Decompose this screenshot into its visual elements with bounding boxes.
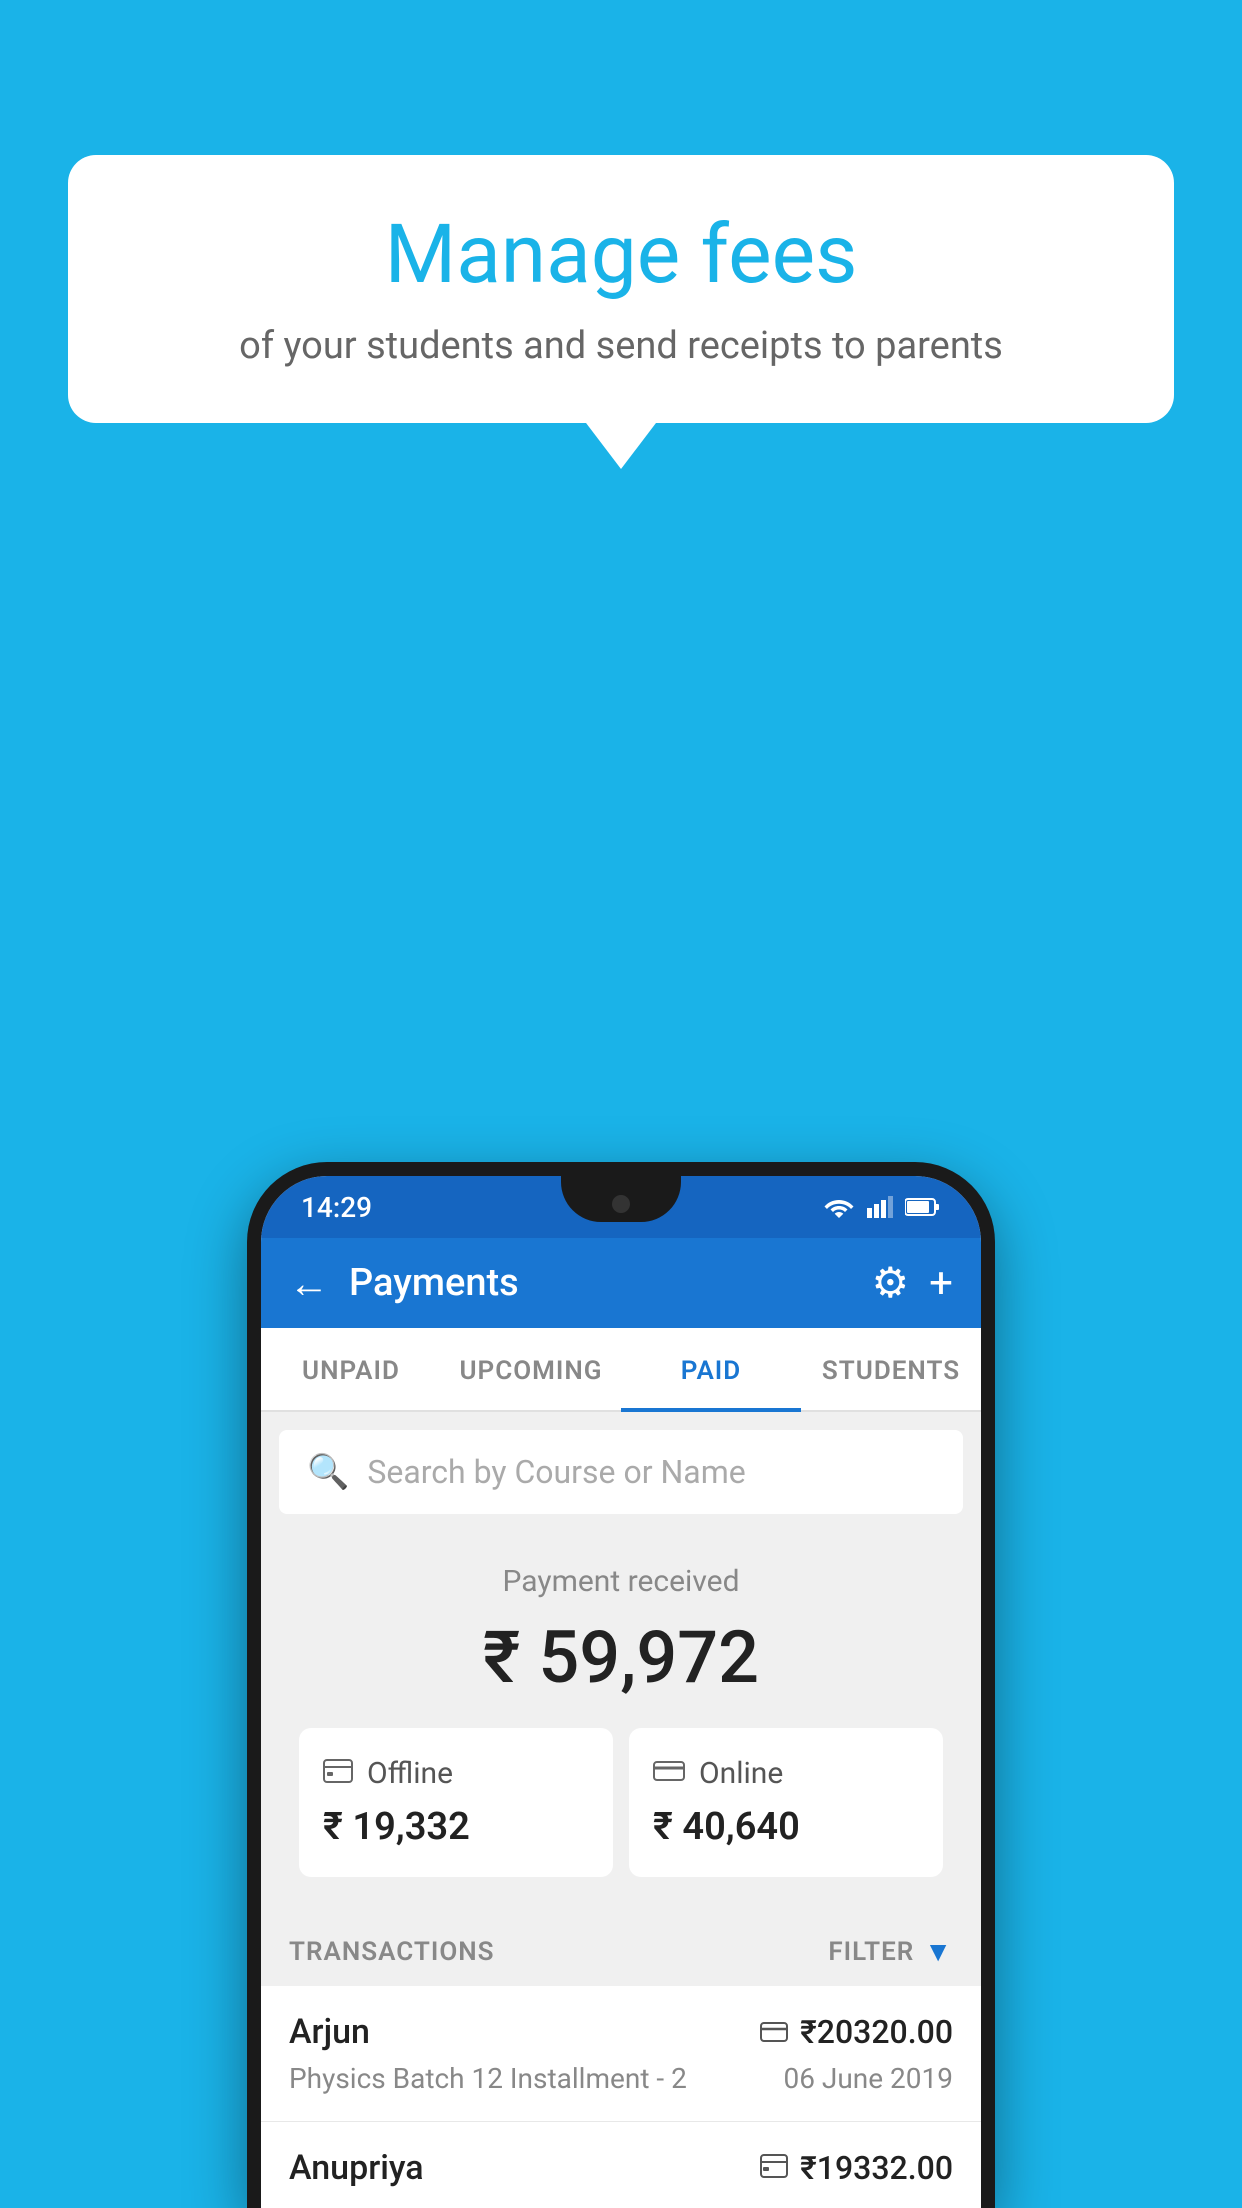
offline-card-header: Offline — [323, 1756, 589, 1791]
tab-paid[interactable]: PAID — [621, 1328, 801, 1410]
payment-summary: Payment received ₹ 59,972 — [261, 1526, 981, 1907]
payment-total-amount: ₹ 59,972 — [281, 1615, 961, 1700]
transaction-amount-row: ₹20320.00 — [760, 2013, 953, 2051]
transaction-date: 06 June 2019 — [783, 2062, 953, 2095]
camera-dot — [612, 1195, 630, 1213]
phone-screen: 14:29 — [261, 1176, 981, 2208]
transaction-partial-row: Anupriya ₹19332.00 — [289, 2148, 953, 2188]
transaction-item-anupriya[interactable]: Anupriya ₹19332.00 — [261, 2122, 981, 2208]
offline-amount: ₹ 19,332 — [323, 1805, 589, 1849]
tab-unpaid[interactable]: UNPAID — [261, 1328, 441, 1410]
offline-payment-icon-2 — [760, 2152, 788, 2185]
content-area: 🔍 Search by Course or Name Payment recei… — [261, 1430, 981, 2208]
search-icon: 🔍 — [307, 1452, 349, 1492]
status-icons — [823, 1196, 941, 1218]
tab-students[interactable]: STUDENTS — [801, 1328, 981, 1410]
tooltip-title: Manage fees — [128, 210, 1114, 300]
payment-received-label: Payment received — [281, 1564, 961, 1599]
online-type-label: Online — [699, 1756, 783, 1791]
settings-button[interactable]: ⚙ — [872, 1258, 910, 1308]
tooltip-subtitle: of your students and send receipts to pa… — [128, 320, 1114, 373]
online-card-header: Online — [653, 1756, 919, 1791]
back-button[interactable]: ← — [289, 1260, 329, 1307]
tooltip-card: Manage fees of your students and send re… — [68, 155, 1174, 423]
phone-frame: 14:29 — [247, 1162, 995, 2208]
online-amount: ₹ 40,640 — [653, 1805, 919, 1849]
transaction-name: Arjun — [289, 2012, 370, 2052]
filter-icon: ▼ — [924, 1935, 953, 1968]
transaction-amount-row-2: ₹19332.00 — [760, 2149, 953, 2187]
battery-icon — [905, 1197, 941, 1217]
transaction-row-1: Arjun ₹20320.00 — [289, 2012, 953, 2052]
transaction-name-anupriya: Anupriya — [289, 2148, 424, 2188]
add-button[interactable]: + — [929, 1259, 953, 1308]
status-bar: 14:29 — [261, 1176, 981, 1238]
transactions-label: TRANSACTIONS — [289, 1937, 495, 1967]
filter-button[interactable]: FILTER ▼ — [828, 1935, 953, 1968]
transaction-course: Physics Batch 12 Installment - 2 — [289, 2062, 687, 2095]
tabs-bar: UNPAID UPCOMING PAID STUDENTS — [261, 1328, 981, 1412]
transactions-header: TRANSACTIONS FILTER ▼ — [261, 1907, 981, 1986]
notch — [561, 1176, 681, 1222]
offline-type-label: Offline — [367, 1756, 453, 1791]
signal-icon — [867, 1196, 893, 1218]
app-bar: ← Payments ⚙ + — [261, 1238, 981, 1328]
app-bar-title: Payments — [349, 1261, 852, 1305]
online-payment-icon — [653, 1757, 685, 1790]
payment-cards: Offline ₹ 19,332 — [299, 1728, 943, 1877]
transaction-row-2: Physics Batch 12 Installment - 2 06 June… — [289, 2062, 953, 2095]
transaction-item-arjun[interactable]: Arjun ₹20320.00 Physics — [261, 1986, 981, 2122]
phone-wrapper: 14:29 — [247, 1162, 995, 2208]
status-time: 14:29 — [301, 1191, 372, 1224]
tab-upcoming[interactable]: UPCOMING — [441, 1328, 621, 1410]
transaction-amount-anupriya: ₹19332.00 — [800, 2149, 953, 2187]
search-bar[interactable]: 🔍 Search by Course or Name — [279, 1430, 963, 1514]
search-placeholder: Search by Course or Name — [367, 1453, 745, 1491]
wifi-icon — [823, 1196, 855, 1218]
transaction-amount: ₹20320.00 — [800, 2013, 953, 2051]
offline-payment-icon — [323, 1757, 353, 1790]
online-payment-icon — [760, 2016, 788, 2049]
online-card: Online ₹ 40,640 — [629, 1728, 943, 1877]
filter-text: FILTER — [828, 1937, 914, 1967]
offline-card: Offline ₹ 19,332 — [299, 1728, 613, 1877]
